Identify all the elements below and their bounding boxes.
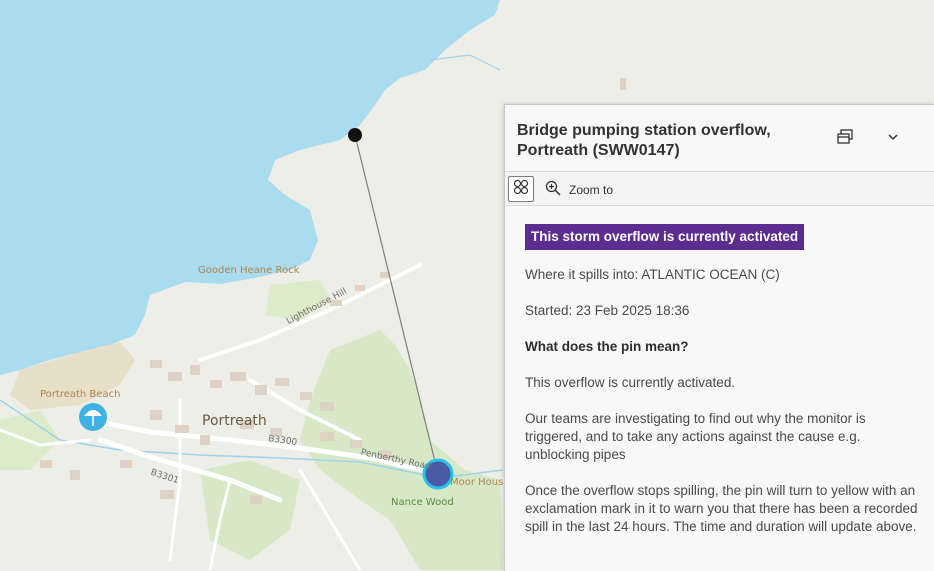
collapse-button[interactable] bbox=[879, 125, 907, 153]
dock-icon bbox=[836, 128, 854, 151]
zoom-to-label: Zoom to bbox=[569, 182, 614, 197]
town-label: Portreath bbox=[202, 413, 267, 429]
zoom-in-icon bbox=[545, 180, 561, 199]
moor-house-label: Moor House bbox=[450, 477, 510, 488]
headland-label: Gooden Heane Rock bbox=[198, 265, 300, 276]
dock-button[interactable] bbox=[831, 125, 859, 153]
status-badge: This storm overflow is currently activat… bbox=[525, 224, 805, 250]
feature-popup: Bridge pumping station overflow, Portrea… bbox=[504, 104, 934, 571]
beach-label: Portreath Beach bbox=[40, 389, 121, 400]
zoom-to-button[interactable]: Zoom to bbox=[545, 180, 613, 199]
nance-wood-label: Nance Wood bbox=[391, 497, 454, 508]
popup-title: Bridge pumping station overflow, Portrea… bbox=[517, 122, 771, 159]
popup-content: This storm overflow is currently activat… bbox=[505, 206, 934, 536]
started-text: Started: 23 Feb 2025 18:36 bbox=[525, 303, 690, 318]
select-features-button[interactable] bbox=[508, 176, 534, 202]
pin-change-text: Once the overflow stops spilling, the pi… bbox=[525, 483, 918, 534]
pin-meaning-heading: What does the pin mean? bbox=[525, 339, 689, 354]
grid-select-icon bbox=[513, 179, 529, 200]
investigation-text: Our teams are investigating to find out … bbox=[525, 411, 866, 462]
popup-header: Bridge pumping station overflow, Portrea… bbox=[505, 105, 934, 171]
spills-into-text: Where it spills into: ATLANTIC OCEAN (C) bbox=[525, 267, 780, 282]
pin-meaning-text: This overflow is currently activated. bbox=[525, 375, 736, 390]
popup-toolbar: Zoom to bbox=[505, 171, 934, 206]
chevron-down-icon bbox=[886, 130, 900, 149]
beach-umbrella-icon[interactable] bbox=[79, 403, 107, 431]
leader-anchor-dot bbox=[348, 128, 362, 142]
